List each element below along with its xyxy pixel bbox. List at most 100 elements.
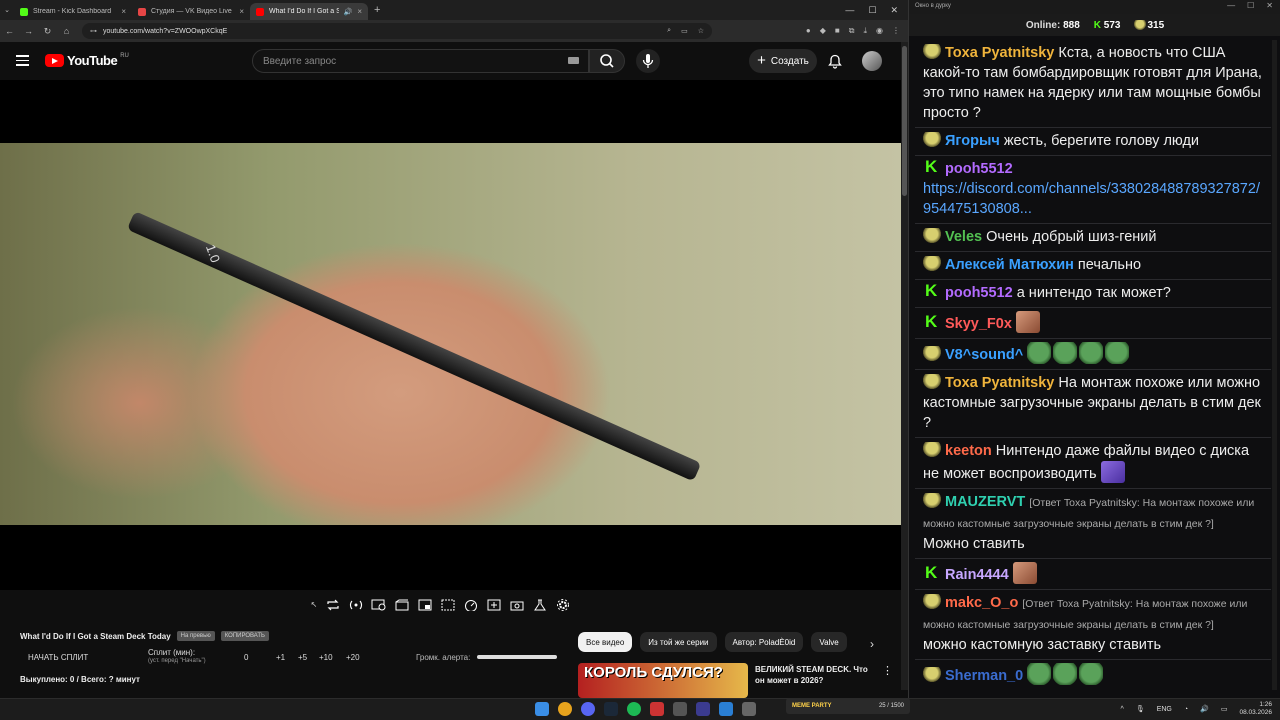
split-plus-button[interactable]: +10 — [319, 653, 333, 662]
alert-volume-slider[interactable] — [477, 655, 557, 659]
chip-same-series[interactable]: Из той же серии — [640, 632, 717, 652]
back-icon[interactable]: ← — [0, 26, 19, 36]
chat-username[interactable]: makc_O_o — [945, 595, 1018, 611]
avatar[interactable] — [862, 51, 882, 71]
chat-username[interactable]: Toxa Pyatnitsky — [945, 375, 1054, 391]
app-icon[interactable] — [742, 702, 756, 716]
settings-gear-icon[interactable] — [555, 597, 571, 612]
notifications-icon[interactable] — [828, 54, 842, 74]
keyboard-icon[interactable] — [568, 57, 579, 64]
youtube-logo[interactable]: YouTube RU — [45, 53, 129, 68]
copy-button[interactable]: КОПИРОВАТЬ — [220, 631, 269, 641]
chat-username[interactable]: pooh5512 — [945, 161, 1013, 177]
screenshot-icon[interactable] — [509, 597, 525, 612]
chat-username[interactable]: Ягорыч — [945, 133, 1000, 149]
chat-username[interactable]: Skyy_F0x — [945, 316, 1012, 332]
volume-icon[interactable]: 🔊 — [1200, 705, 1209, 713]
film-strip-icon[interactable] — [440, 597, 456, 612]
start-split-button[interactable]: НАЧАТЬ СПЛИТ — [28, 653, 88, 662]
bookmark-star-icon[interactable]: ☆ — [698, 27, 704, 35]
microphone-icon[interactable]: 🎙 — [1136, 705, 1145, 713]
chat-username[interactable]: pooh5512 — [945, 285, 1013, 301]
battery-icon[interactable]: ▭ — [1221, 705, 1228, 713]
split-plus-button[interactable]: +5 — [298, 653, 307, 662]
watch-later-icon[interactable] — [371, 597, 387, 612]
tab-kick[interactable]: Stream - Kick Dashboard × — [14, 3, 132, 20]
maximize-icon[interactable]: ☐ — [1247, 1, 1254, 10]
split-plus-button[interactable]: +1 — [276, 653, 285, 662]
picture-in-picture-icon[interactable] — [417, 597, 433, 612]
cast-icon[interactable]: ▭ — [681, 27, 688, 35]
forward-icon[interactable]: → — [19, 26, 38, 36]
close-icon[interactable]: × — [357, 7, 362, 16]
steam-icon[interactable] — [604, 702, 618, 716]
extension-icon[interactable]: ◆ — [820, 26, 826, 36]
tab-list-icon[interactable]: ⌄ — [0, 6, 14, 14]
chat-username[interactable]: Rain4444 — [945, 567, 1009, 583]
clapper-icon[interactable] — [394, 597, 410, 612]
chevron-up-icon[interactable]: ^ — [1121, 706, 1124, 713]
new-tab-icon[interactable]: + — [374, 4, 380, 16]
reload-icon[interactable]: ↻ — [38, 26, 57, 37]
tab-vk[interactable]: Студия — VK Видео Live × — [132, 3, 250, 20]
video-frame[interactable] — [0, 143, 901, 525]
kebab-menu-icon[interactable]: ⋮ — [882, 664, 893, 677]
close-window-icon[interactable]: ✕ — [890, 5, 898, 16]
loop-icon[interactable] — [325, 597, 341, 612]
app-icon[interactable] — [673, 702, 687, 716]
preview-pill-button[interactable]: На превью — [176, 631, 215, 641]
site-info-icon[interactable]: ⊶ — [90, 27, 97, 35]
chat-username[interactable]: keeton — [945, 443, 992, 459]
extension-icon[interactable]: ● — [806, 26, 811, 36]
audio-icon[interactable]: 🔊 — [344, 8, 353, 16]
create-button[interactable]: + Создать — [749, 49, 817, 73]
app-icon[interactable] — [696, 702, 710, 716]
start-icon[interactable] — [535, 702, 549, 716]
chat-username[interactable]: V8^sound^ — [945, 347, 1023, 363]
add-clip-icon[interactable] — [486, 597, 502, 612]
chat-scrollbar[interactable] — [1272, 40, 1277, 690]
broadcast-icon[interactable] — [348, 597, 364, 612]
voice-search-button[interactable] — [636, 49, 660, 73]
extension-icon[interactable]: ■ — [835, 26, 840, 36]
close-window-icon[interactable]: ✕ — [1266, 1, 1273, 10]
download-icon[interactable]: ⤓ — [863, 26, 867, 36]
discord-icon[interactable] — [581, 702, 595, 716]
spotify-icon[interactable] — [627, 702, 641, 716]
chat-username[interactable]: Toxa Pyatnitsky — [945, 45, 1054, 61]
chip-author[interactable]: Автор: PoladЀ0id — [724, 632, 804, 652]
close-icon[interactable]: × — [121, 7, 126, 16]
search-button[interactable] — [589, 49, 625, 73]
meme-party-widget[interactable]: MEME PARTY 25 / 1500 — [786, 698, 910, 714]
tab-youtube[interactable]: What I'd Do If I Got a Steam 🔊 × — [250, 3, 368, 20]
chevron-right-icon[interactable]: › — [870, 637, 874, 651]
profile-icon[interactable]: ◉ — [876, 26, 883, 36]
wifi-icon[interactable]: ◔ — [1184, 706, 1188, 713]
flask-icon[interactable] — [532, 597, 548, 612]
hamburger-menu-icon[interactable] — [16, 55, 29, 66]
zoom-icon[interactable]: ⌕ — [667, 27, 671, 35]
chrome-icon[interactable] — [558, 702, 572, 716]
recommendation-thumbnail[interactable]: КОРОЛЬ СДУЛСЯ? — [578, 663, 748, 698]
kebab-menu-icon[interactable]: ⋮ — [892, 26, 900, 36]
split-plus-button[interactable]: +20 — [346, 653, 360, 662]
telegram-icon[interactable] — [719, 702, 733, 716]
chip-all-videos[interactable]: Все видео — [578, 632, 633, 652]
puzzle-icon[interactable]: ⧉ — [849, 26, 855, 36]
chat-username[interactable]: Sherman_0 — [945, 668, 1023, 684]
chat-username[interactable]: Veles — [945, 229, 982, 245]
chip-valve[interactable]: Valve — [811, 632, 847, 652]
page-scrollbar[interactable] — [901, 42, 908, 690]
minimize-icon[interactable]: — — [845, 5, 854, 15]
chat-link[interactable]: https://discord.com/channels/33802848878… — [923, 181, 1260, 217]
chat-username[interactable]: Алексей Матюхин — [945, 257, 1074, 273]
obs-icon[interactable] — [650, 702, 664, 716]
maximize-icon[interactable]: ☐ — [868, 5, 876, 16]
home-icon[interactable]: ⌂ — [57, 26, 76, 36]
language-indicator[interactable]: ENG — [1157, 706, 1172, 713]
recommendation-title[interactable]: ВЕЛИКИЙ STEAM DECK. Что он может в 2026? — [755, 664, 875, 686]
search-input[interactable]: Введите запрос — [252, 49, 589, 73]
clock[interactable]: 1:26 08.03.2026 — [1239, 701, 1272, 717]
speed-icon[interactable] — [463, 597, 479, 612]
url-field[interactable]: ⊶ youtube.com/watch?v=ZWOOwpXCkqE ⌕ ▭ ☆ — [82, 23, 712, 39]
